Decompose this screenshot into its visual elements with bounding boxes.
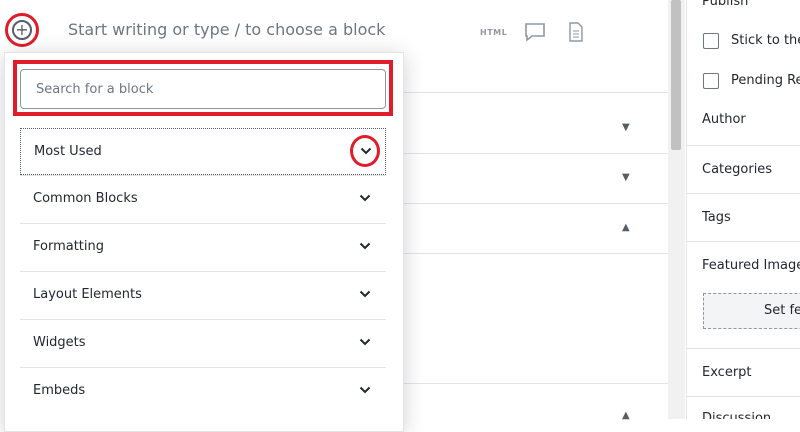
category-label: Most Used — [34, 144, 102, 159]
highlight-ring-add — [5, 13, 39, 47]
sidebar-divider — [687, 241, 800, 242]
chevron-down-icon[interactable] — [359, 240, 371, 252]
block-search-input[interactable] — [20, 69, 386, 109]
tags-panel-toggle[interactable]: Tags — [702, 210, 731, 225]
category-label: Embeds — [33, 383, 86, 398]
category-label: Formatting — [33, 239, 105, 254]
panel-divider — [400, 383, 668, 384]
discussion-panel-toggle[interactable]: Discussion — [702, 411, 771, 419]
sidebar-divider — [687, 348, 800, 349]
block-placeholder[interactable]: Start writing or type / to choose a bloc… — [68, 20, 385, 39]
panel-divider — [400, 203, 668, 204]
html-icon[interactable]: HTML — [480, 28, 507, 37]
sidebar-divider — [687, 145, 800, 146]
sidebar-divider — [687, 396, 800, 397]
comment-icon[interactable] — [524, 22, 546, 42]
caret-up-icon[interactable]: ▲ — [622, 222, 630, 233]
categories-panel-toggle[interactable]: Categories — [702, 162, 772, 177]
block-category-most-used[interactable]: Most Used — [20, 128, 386, 175]
publish-label: Publish — [702, 0, 749, 9]
block-category-embeds[interactable]: Embeds — [20, 367, 386, 415]
category-label: Common Blocks — [33, 191, 138, 206]
set-featured-image-button[interactable]: Set featured image — [703, 293, 800, 329]
block-category-layout-elements[interactable]: Layout Elements — [20, 271, 386, 319]
panel-divider — [400, 253, 668, 254]
caret-down-icon[interactable]: ▼ — [622, 172, 630, 183]
category-label: Layout Elements — [33, 287, 142, 302]
highlight-ring-chevron — [350, 135, 380, 167]
featured-image-panel-toggle[interactable]: Featured Image — [702, 258, 800, 273]
chevron-down-icon[interactable] — [359, 288, 371, 300]
sticky-label: Stick to the Front Page — [731, 33, 800, 48]
sidebar-divider — [687, 193, 800, 194]
panel-divider — [400, 153, 668, 154]
document-icon[interactable] — [568, 22, 584, 42]
chevron-down-icon[interactable] — [359, 384, 371, 396]
block-category-common-blocks[interactable]: Common Blocks — [20, 175, 386, 223]
pending-checkbox[interactable] — [703, 73, 719, 89]
chevron-down-icon[interactable] — [359, 336, 371, 348]
pending-label: Pending Review — [731, 73, 800, 88]
settings-sidebar: Publish Stick to the Front Page Pending … — [686, 0, 800, 419]
block-category-formatting[interactable]: Formatting — [20, 223, 386, 271]
chevron-down-icon[interactable] — [359, 192, 371, 204]
block-toolbar: HTML — [480, 22, 584, 42]
category-label: Widgets — [33, 335, 86, 350]
excerpt-panel-toggle[interactable]: Excerpt — [702, 365, 752, 380]
author-label: Author — [702, 112, 746, 127]
caret-up-icon[interactable]: ▲ — [622, 410, 630, 421]
caret-down-icon[interactable]: ▼ — [622, 122, 630, 133]
block-category-widgets[interactable]: Widgets — [20, 319, 386, 367]
panel-divider — [400, 92, 668, 93]
sticky-checkbox[interactable] — [703, 33, 719, 49]
scrollbar-thumb[interactable] — [671, 0, 681, 150]
